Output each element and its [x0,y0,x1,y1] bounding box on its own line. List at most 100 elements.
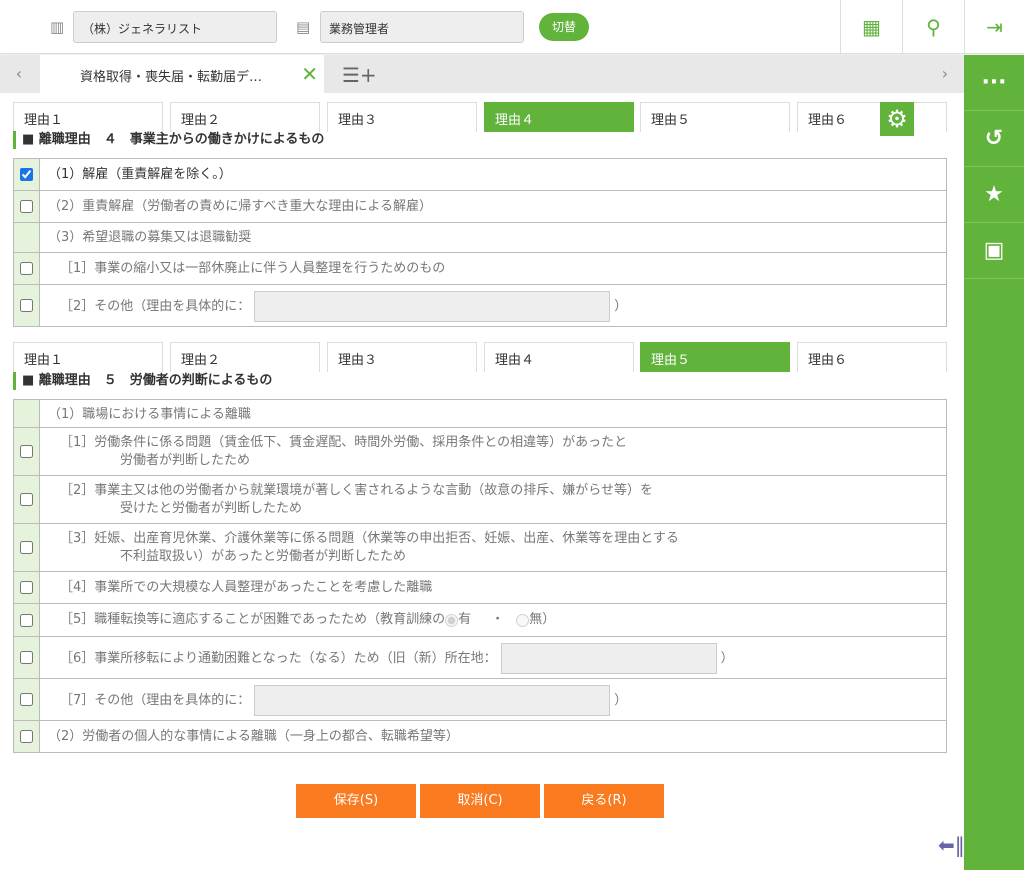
paren: ） [614,298,628,314]
row-label: ［5］職種転換等に適応することが困難であったため（教育訓練の [60,612,446,627]
row-label: （2）労働者の個人的な事情による離職（一身上の都合、転職希望等） [48,728,459,744]
row-label: （1）解雇（重責解雇を除く。） [48,166,232,182]
row-label: ［1］労働条件に係る問題（賃金低下、賃金遅配、時間外労働、採用条件との相違等）が… [60,435,628,450]
table-row: ［6］事業所移転により通勤困難となった（なる）ため（旧（新）所在地： ） [14,637,946,679]
radio-no[interactable] [516,613,530,627]
close-icon[interactable]: ✕ [301,62,318,86]
table-row: （2）重責解雇（労働者の責めに帰すべき重大な理由による解雇） [14,191,946,223]
separator: ・ [491,612,505,627]
tab-reason-1[interactable]: 理由１ [13,342,163,372]
row-label-2: 受けたと労働者が判断したため [120,501,303,516]
tab-bar: ‹ 資格取得・喪失届・転勤届デ… ✕ ☰+ › [0,55,964,93]
checkbox[interactable] [20,613,33,627]
search-icon[interactable]: ⚲ [902,0,964,54]
tab-reason-4[interactable]: 理由４ [484,102,634,132]
tab-reason-2[interactable]: 理由２ [170,342,320,372]
table-row: ［5］職種転換等に適応することが困難であったため（教育訓練の有 ・ 無） [14,604,946,637]
row-label-2: 不利益取扱い）があったと労働者が判断したため [120,549,407,564]
table-row: （2）労働者の個人的な事情による離職（一身上の都合、転職希望等） [14,721,946,753]
checkbox[interactable] [20,168,33,181]
building-icon: ▥ [50,18,65,36]
checkbox[interactable] [20,651,33,664]
collapse-arrow-icon[interactable]: ⬅‖ [938,833,965,857]
switch-button[interactable]: 切替 [539,13,589,41]
right-sidebar: ··· ↺ ★ ▣ [964,55,1024,870]
inbox-icon[interactable]: ▣ [964,223,1024,279]
star-icon[interactable]: ★ [964,167,1024,223]
row-label: （1）職場における事情による離職 [48,407,251,422]
tab-reason-2[interactable]: 理由２ [170,102,320,132]
history-icon[interactable]: ↺ [964,111,1024,167]
radio-yes-label: 有 [458,612,472,627]
paren: ） [720,650,734,666]
logout-icon[interactable]: ⇥ [964,0,1024,54]
tab-reason-1[interactable]: 理由１ [13,102,163,132]
save-button[interactable]: 保存(S) [296,784,416,818]
tab-reason-4[interactable]: 理由４ [484,342,634,372]
table-row: （3）希望退職の募集又は退職勧奨 [14,223,946,253]
reason4-table: （1）解雇（重責解雇を除く。） （2）重責解雇（労働者の責めに帰すべき重大な理由… [13,158,947,327]
row-label: ［2］事業主又は他の労働者から就業環境が著しく害されるような言動（故意の排斥、嫌… [60,483,654,498]
row-label: ［4］事業所での大規模な人員整理があったことを考慮した離職 [60,579,433,595]
section-title: ■ 離職理由 ４ 事業主からの働きかけによるもの [13,131,324,149]
tab-reason-5[interactable]: 理由５ [640,342,790,372]
checkbox[interactable] [20,200,33,213]
table-row: ［1］労働条件に係る問題（賃金低下、賃金遅配、時間外労働、採用条件との相違等）が… [14,428,946,476]
tab-next-icon[interactable]: › [926,55,964,93]
row-label: ［6］事業所移転により通勤困難となった（なる）ため（旧（新）所在地： [60,650,497,666]
checkbox[interactable] [20,493,33,506]
row-label: ［2］その他（理由を具体的に： [60,298,251,314]
checkbox[interactable] [20,730,33,743]
reason-tabs-2: 理由１ 理由２ 理由３ 理由４ 理由５ 理由６ [13,342,947,372]
tab-reason-3[interactable]: 理由３ [327,342,477,372]
checkbox[interactable] [20,445,33,458]
checkbox[interactable] [20,541,33,554]
table-row: ［7］その他（理由を具体的に： ） [14,679,946,721]
checkbox[interactable] [20,262,33,275]
reason5-table: （1）職場における事情による離職 ［1］労働条件に係る問題（賃金低下、賃金遅配、… [13,399,947,753]
table-row: （1）職場における事情による離職 [14,400,946,428]
table-row: ［1］事業の縮小又は一部休廃止に伴う人員整理を行うためのもの [14,253,946,285]
section-title: ■ 離職理由 ５ 労働者の判断によるもの [13,372,272,390]
tab-reason-6[interactable]: 理由６ [797,342,947,372]
action-buttons: 保存(S) 取消(C) 戻る(R) [296,784,664,818]
row-label-2: 労働者が判断したため [120,453,251,468]
table-row: ［3］妊娠、出産育児休業、介護休業等に係る問題（休業等の申出拒否、妊娠、出産、休… [14,524,946,572]
row-label: ［3］妊娠、出産育児休業、介護休業等に係る問題（休業等の申出拒否、妊娠、出産、休… [60,531,679,546]
role-field[interactable]: 業務管理者 [320,11,524,43]
checkbox[interactable] [20,581,33,594]
tab-reason-5[interactable]: 理由５ [640,102,790,132]
table-row: ［4］事業所での大規模な人員整理があったことを考慮した離職 [14,572,946,604]
reason-tabs-1: 理由１ 理由２ 理由３ 理由４ 理由５ 理由６ ⚙ [13,102,947,136]
tab-reason-6[interactable]: 理由６ [797,102,947,132]
table-row: ［2］その他（理由を具体的に： ） [14,285,946,327]
company-field[interactable]: （株）ジェネラリスト [73,11,277,43]
row-label: （3）希望退職の募集又は退職勧奨 [48,230,252,245]
more-icon[interactable]: ··· [964,55,1024,111]
row-label: ［7］その他（理由を具体的に： [60,692,251,708]
tab-prev-icon[interactable]: ‹ [0,55,38,93]
header: ▥ （株）ジェネラリスト ▤ 業務管理者 切替 ▦ ⚲ ⇥ [0,0,1024,54]
checkbox[interactable] [20,693,33,706]
address-input[interactable] [500,643,717,674]
apps-grid-icon[interactable]: ▦ [840,0,902,54]
paren: ） [614,692,628,708]
radio-no-label: 無 [529,612,543,627]
row-label: ［1］事業の縮小又は一部休廃止に伴う人員整理を行うためのもの [60,260,446,276]
table-row: ［2］事業主又は他の労働者から就業環境が著しく害されるような言動（故意の排斥、嫌… [14,476,946,524]
tab-reason-3[interactable]: 理由３ [327,102,477,132]
radio-yes[interactable] [445,613,459,627]
checkbox[interactable] [20,299,33,312]
paren: ） [542,612,556,627]
other-reason-input[interactable] [254,685,611,716]
tab-label: 資格取得・喪失届・転勤届デ… [80,70,263,85]
clipboard-icon: ▤ [296,18,311,36]
add-tab-icon[interactable]: ☰+ [342,63,377,87]
tab-document[interactable]: 資格取得・喪失届・転勤届デ… ✕ [40,55,324,93]
cancel-button[interactable]: 取消(C) [420,784,540,818]
other-reason-input[interactable] [254,291,611,322]
gear-icon[interactable]: ⚙ [880,102,914,136]
table-row: （1）解雇（重責解雇を除く。） [14,159,946,191]
row-label: （2）重責解雇（労働者の責めに帰すべき重大な理由による解雇） [48,198,432,214]
back-button[interactable]: 戻る(R) [544,784,664,818]
